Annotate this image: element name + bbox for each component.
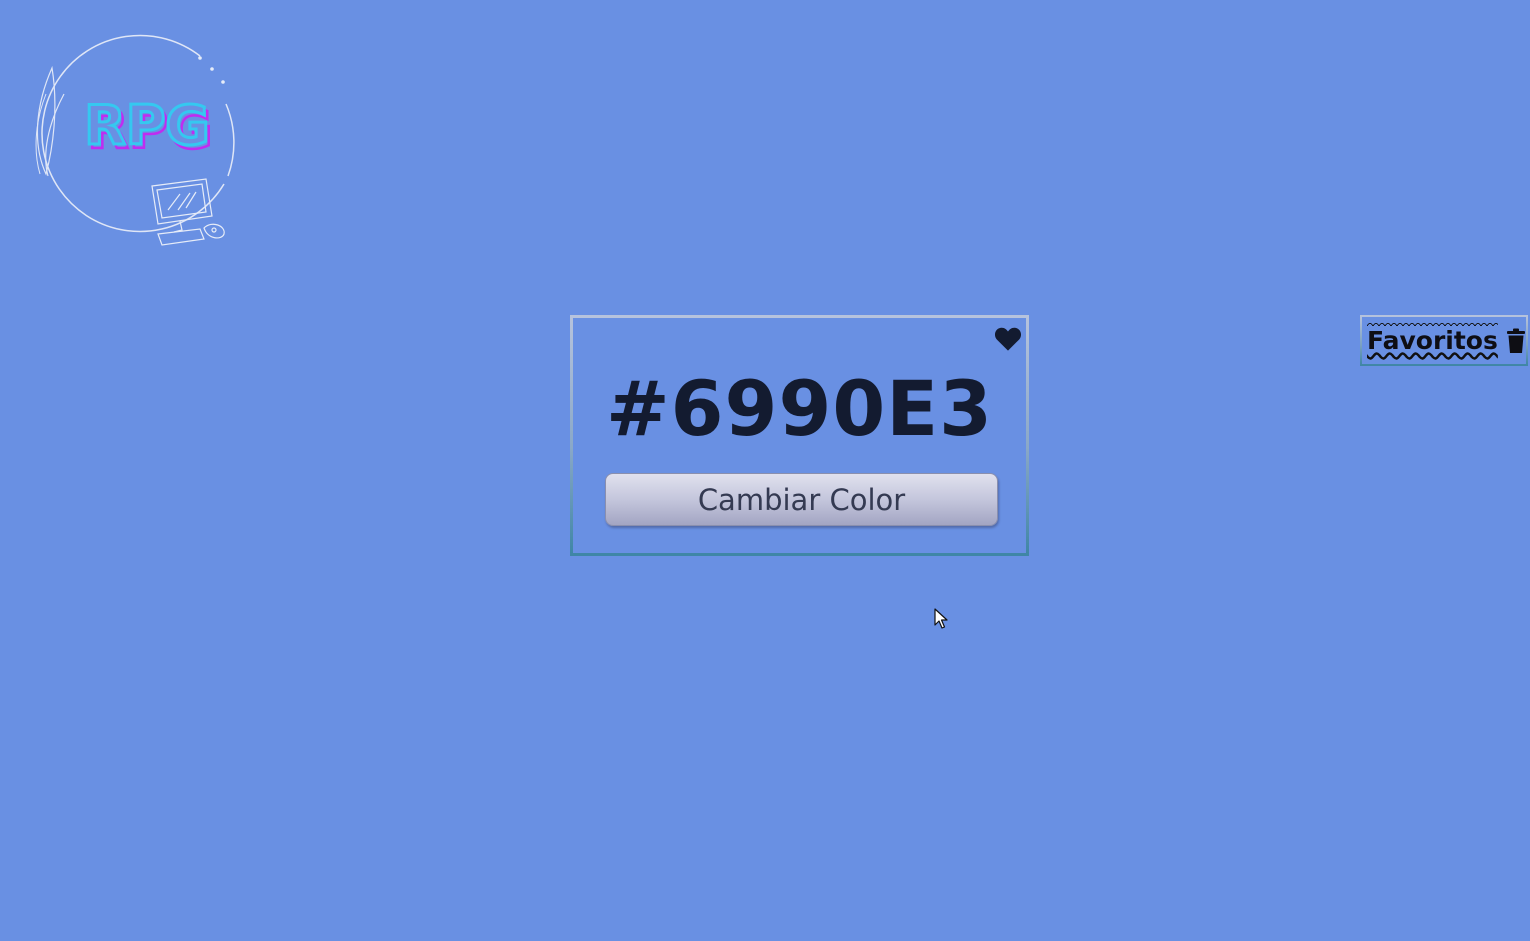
trash-icon[interactable]	[1506, 328, 1526, 354]
rpg-logo: RPG RPG	[35, 34, 235, 246]
heart-icon[interactable]	[994, 326, 1022, 352]
change-color-button[interactable]: Cambiar Color	[605, 473, 998, 526]
favorites-label[interactable]: Favoritos	[1367, 321, 1498, 355]
change-color-label: Cambiar Color	[697, 482, 906, 517]
logo-text: RPG	[84, 94, 209, 157]
favorites-panel: Favoritos	[1360, 315, 1528, 366]
hex-code-display: #6990E3	[606, 364, 993, 453]
color-card: #6990E3 Cambiar Color	[570, 315, 1029, 556]
mouse-cursor-icon	[934, 608, 948, 629]
